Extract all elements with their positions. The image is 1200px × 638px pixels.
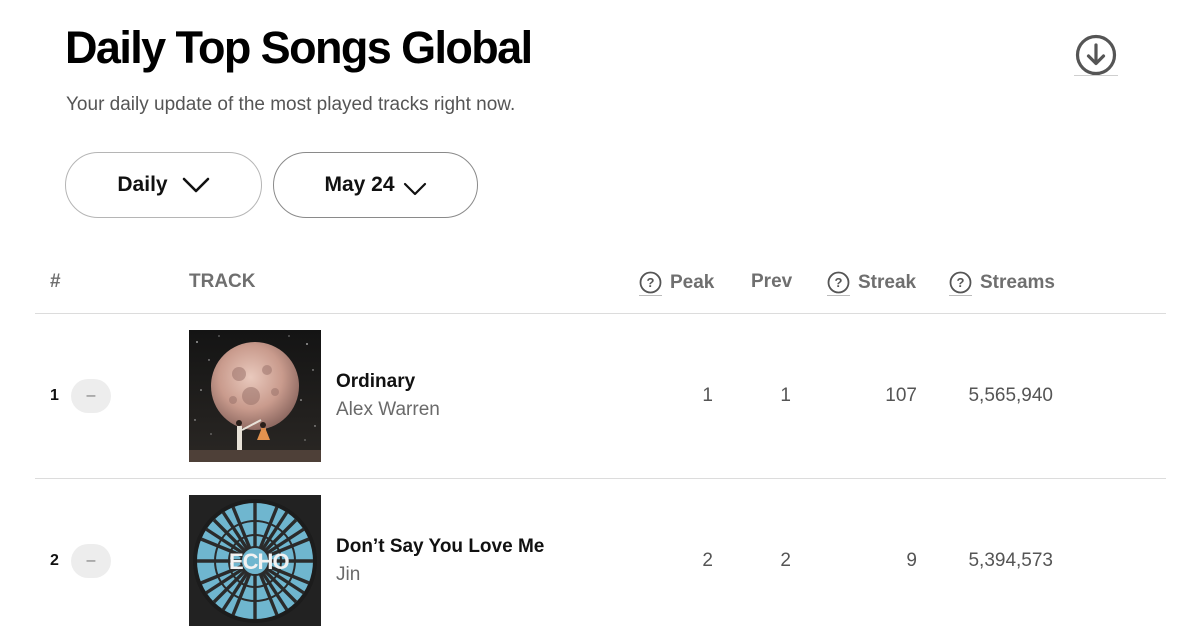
page-title: Daily Top Songs Global (65, 22, 533, 73)
svg-text:?: ? (647, 275, 655, 290)
track-title[interactable]: Ordinary (336, 371, 415, 393)
column-header-rank: # (50, 271, 61, 292)
track-peak: 1 (702, 385, 713, 406)
chevron-down-icon (403, 182, 426, 196)
column-header-peak-label: Peak (670, 271, 715, 293)
track-peak: 2 (702, 550, 713, 571)
period-dropdown[interactable]: Daily (65, 152, 262, 218)
album-art[interactable] (189, 330, 321, 462)
download-circle-icon (1075, 34, 1117, 76)
svg-text:?: ? (957, 275, 965, 290)
column-header-peak: ? Peak (639, 271, 715, 296)
svg-text:?: ? (835, 275, 843, 290)
column-header-track: TRACK (189, 271, 256, 292)
header-divider (35, 313, 1166, 314)
page-subtitle: Your daily update of the most played tra… (66, 94, 516, 115)
track-streams: 5,394,573 (968, 550, 1053, 571)
row-rank: 1 (50, 387, 59, 404)
download-underline (1074, 75, 1118, 76)
date-dropdown-label: May 24 (324, 173, 395, 196)
help-icon[interactable]: ? (639, 271, 662, 296)
track-streak: 9 (906, 550, 917, 571)
help-icon[interactable]: ? (827, 271, 850, 296)
svg-text:ECHO: ECHO (229, 549, 289, 574)
row-divider (35, 478, 1166, 479)
column-header-streak: ? Streak (827, 271, 917, 296)
track-artist[interactable]: Alex Warren (336, 399, 440, 421)
track-streams: 5,565,940 (968, 385, 1053, 406)
column-header-streams-label: Streams (980, 271, 1055, 293)
rank-change-badge: – (71, 379, 111, 413)
column-header-streams: ? Streams (949, 271, 1055, 296)
column-header-prev: Prev (751, 271, 793, 292)
help-icon[interactable]: ? (949, 271, 972, 296)
rank-change-badge: – (71, 544, 111, 578)
track-prev: 2 (780, 550, 791, 571)
row-rank: 2 (50, 552, 59, 569)
date-dropdown[interactable]: May 24 (273, 152, 478, 218)
download-button[interactable] (1074, 34, 1118, 78)
chevron-down-icon (182, 177, 209, 193)
track-streak: 107 (885, 385, 917, 406)
track-prev: 1 (780, 385, 791, 406)
album-art[interactable]: ECHO (189, 495, 321, 626)
track-title[interactable]: Don’t Say You Love Me (336, 536, 544, 558)
track-artist[interactable]: Jin (336, 564, 360, 586)
column-header-streak-label: Streak (858, 271, 917, 293)
period-dropdown-label: Daily (117, 173, 168, 196)
